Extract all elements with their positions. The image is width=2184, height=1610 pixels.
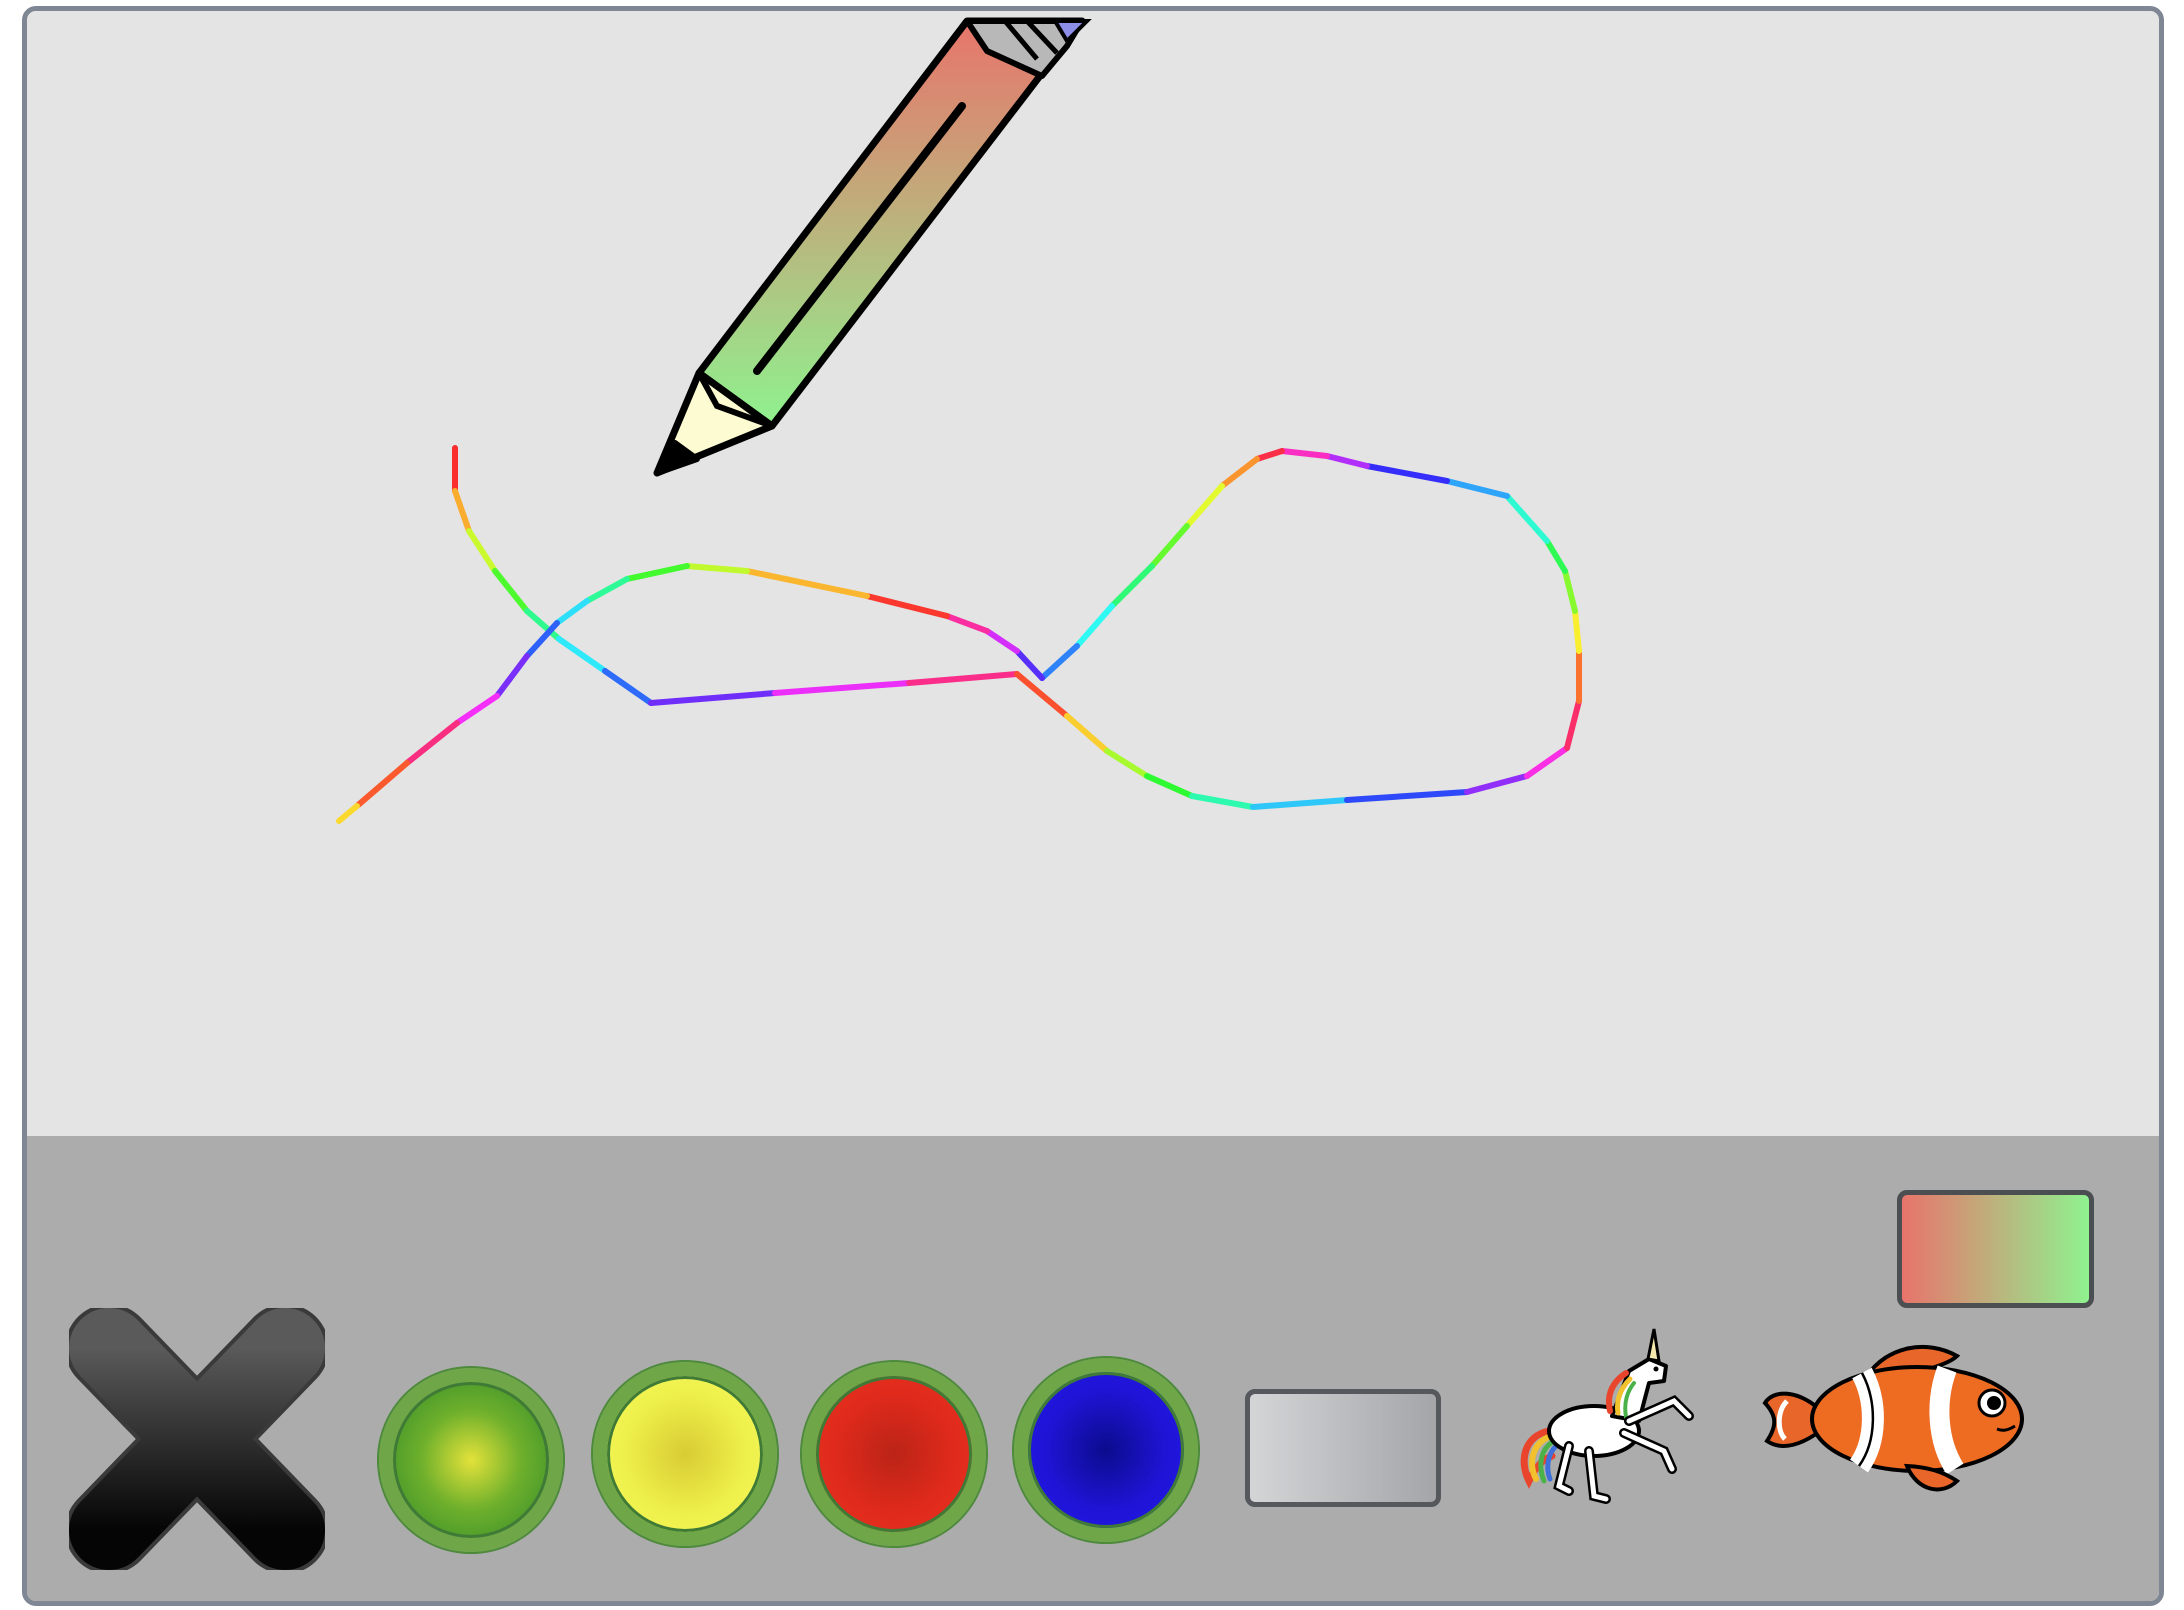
stroke-segment: [466, 528, 498, 574]
clownfish-icon: [1762, 1344, 2024, 1492]
stroke-segment: [404, 720, 460, 766]
stroke-segment: [984, 628, 1020, 654]
stroke-segment: [1074, 603, 1115, 649]
drawing-canvas[interactable]: [27, 11, 2159, 1136]
stroke-segment: [1564, 698, 1582, 751]
rainbow-drawn-stroke: [336, 445, 1582, 824]
stroke-segment: [1039, 643, 1080, 681]
color-green-button[interactable]: [379, 1368, 563, 1552]
color-red-button[interactable]: [802, 1362, 986, 1546]
stroke-segment: [556, 636, 608, 674]
canvas-drawing-layer: [336, 17, 1582, 824]
stroke-segment: [1324, 453, 1370, 469]
stroke-segment: [354, 760, 410, 809]
stroke-segment: [1250, 797, 1350, 810]
stroke-segment: [452, 488, 472, 534]
stroke-segment: [1562, 568, 1578, 614]
stroke-segment: [1464, 773, 1530, 795]
stroke-segment: [602, 668, 654, 706]
stroke-segment: [772, 680, 912, 696]
stroke-segment: [1572, 608, 1582, 654]
stroke-segment: [1064, 713, 1110, 754]
pencil-icon: [653, 17, 1092, 477]
stroke-segment: [1219, 456, 1260, 489]
stroke-segment: [1144, 773, 1195, 799]
stroke-segment: [584, 576, 630, 604]
drawing-app-window: [22, 6, 2164, 1606]
clear-canvas-button[interactable]: [65, 1304, 329, 1574]
toolbar: [27, 1136, 2159, 1601]
stroke-segment: [1279, 448, 1330, 459]
stroke-segment: [684, 563, 750, 574]
stroke-segment: [1254, 448, 1285, 462]
stroke-segment: [336, 803, 360, 824]
stroke-segment: [1109, 563, 1155, 609]
stroke-segment: [1504, 493, 1550, 544]
x-icon: [65, 1304, 329, 1574]
stroke-segment: [906, 671, 1020, 686]
stroke-segment: [1524, 745, 1570, 779]
stroke-segment: [1544, 538, 1568, 574]
stroke-segment: [1364, 463, 1450, 484]
stroke-segment: [648, 690, 778, 706]
stroke-segment: [1104, 748, 1150, 779]
stamp-unicorn-button[interactable]: [1514, 1321, 1704, 1511]
current-brush-indicator[interactable]: [1897, 1190, 2094, 1308]
stroke-segment: [554, 598, 590, 626]
stroke-segment: [1444, 478, 1510, 499]
stamp-clownfish-button[interactable]: [1757, 1331, 2047, 1501]
color-yellow-button[interactable]: [593, 1362, 777, 1546]
stroke-segment: [624, 563, 690, 582]
stroke-segment: [944, 613, 990, 634]
stroke-segment: [492, 568, 530, 614]
stroke-segment: [1149, 523, 1190, 569]
color-blue-button[interactable]: [1014, 1358, 1198, 1542]
eraser-button[interactable]: [1245, 1389, 1441, 1507]
stroke-segment: [454, 693, 500, 726]
stroke-segment: [864, 593, 950, 619]
unicorn-icon: [1520, 1328, 1694, 1504]
stroke-segment: [1344, 789, 1470, 803]
stroke-segment: [744, 568, 870, 599]
stroke-segment: [1184, 483, 1225, 529]
stroke-segment: [494, 653, 530, 699]
stroke-segment: [1189, 793, 1256, 810]
